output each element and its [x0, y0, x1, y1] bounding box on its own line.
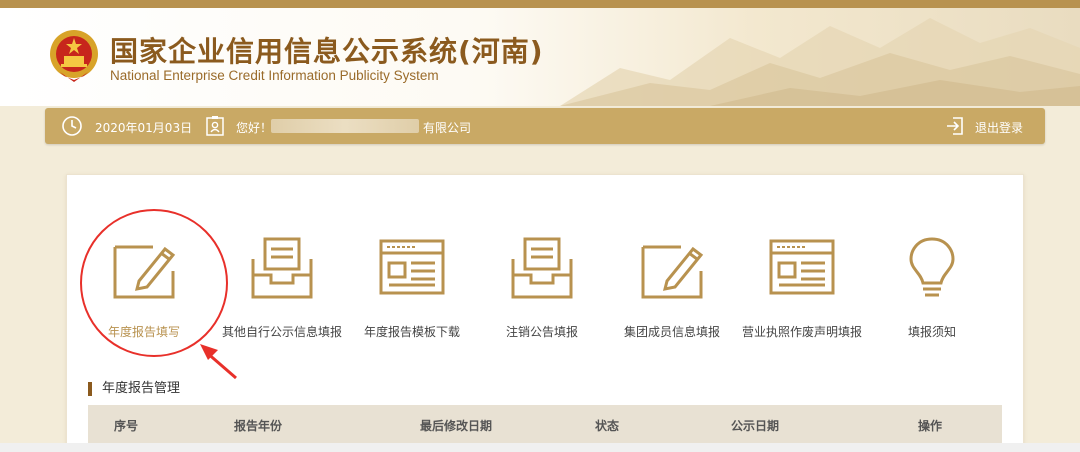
- user-badge-icon: [206, 116, 224, 136]
- report-table-header: 序号 报告年份 最后修改日期 状态 公示日期 操作: [88, 405, 1002, 443]
- tool-other-self-disclosure[interactable]: 其他自行公示信息填报: [207, 235, 357, 340]
- column-header: 公示日期: [731, 419, 780, 433]
- edit-report-icon: [641, 245, 704, 299]
- redacted-company-name: [271, 119, 419, 133]
- inbox-tray-icon: [511, 237, 573, 299]
- national-emblem-icon: [50, 30, 98, 82]
- clock-icon: [62, 116, 82, 136]
- tool-label: 年度报告模板下载: [363, 325, 460, 339]
- column-header: 序号: [114, 419, 139, 433]
- template-window-icon: [379, 239, 445, 295]
- lightbulb-icon: [909, 237, 955, 297]
- section-title: 年度报告管理: [88, 382, 180, 396]
- site-subtitle: National Enterprise Credit Information P…: [110, 68, 439, 83]
- tool-group-member-info[interactable]: 集团成员信息填报: [597, 235, 747, 340]
- tool-label: 集团成员信息填报: [623, 325, 720, 339]
- current-date: 2020年01月03日: [95, 121, 193, 135]
- greeting-text: 您好！: [236, 121, 273, 135]
- logout-icon[interactable]: [945, 116, 965, 136]
- tool-label: 营业执照作废声明填报: [741, 325, 862, 339]
- tool-license-void-declaration[interactable]: 营业执照作废声明填报: [727, 235, 877, 340]
- top-accent-bar: [0, 0, 1080, 8]
- tool-deregistration-notice[interactable]: 注销公告填报: [467, 235, 617, 340]
- column-header: 状态: [595, 419, 620, 433]
- site-header: 国家企业信用信息公示系统(河南) National Enterprise Cre…: [0, 8, 1080, 106]
- tool-annual-template-download[interactable]: 年度报告模板下载: [337, 235, 487, 340]
- tool-label: 注销公告填报: [505, 325, 578, 339]
- red-arrow-annotation: [200, 344, 237, 380]
- column-header: 操作: [918, 419, 943, 433]
- tool-label: 填报须知: [907, 325, 956, 339]
- site-title: 国家企业信用信息公示系统(河南): [110, 35, 544, 68]
- column-header: 最后修改日期: [420, 419, 493, 433]
- red-circle-annotation: [80, 209, 228, 357]
- template-window-icon: [769, 239, 835, 295]
- column-header: 报告年份: [234, 419, 283, 433]
- inbox-tray-icon: [251, 237, 313, 299]
- mountain-landscape-decoration: [560, 18, 1080, 106]
- bottom-strip: [0, 443, 1080, 452]
- company-suffix: 有限公司: [423, 121, 472, 135]
- user-info-bar: 2020年01月03日 您好！ 有限公司 退出登录: [45, 108, 1045, 144]
- tool-filing-instructions[interactable]: 填报须知: [857, 235, 1007, 340]
- logout-button[interactable]: 退出登录: [975, 119, 1023, 136]
